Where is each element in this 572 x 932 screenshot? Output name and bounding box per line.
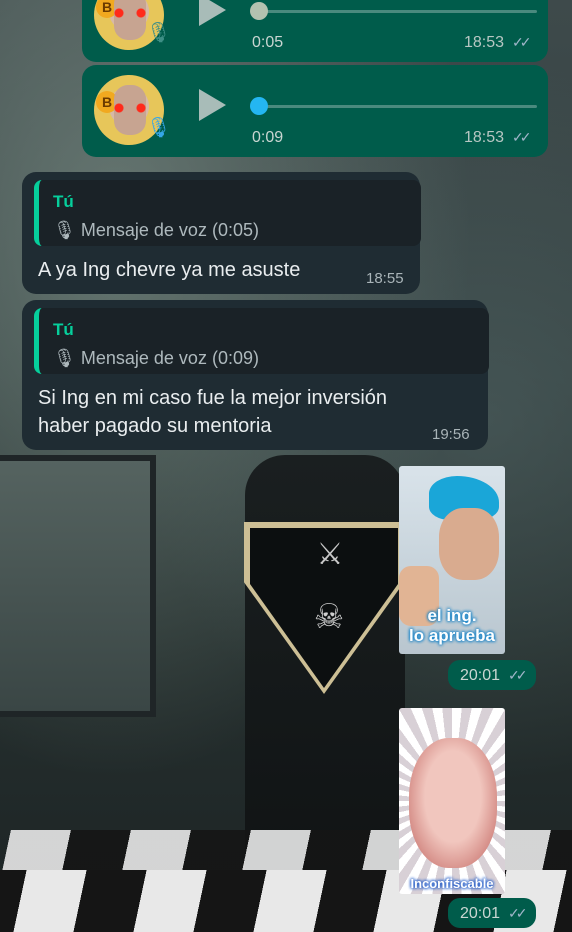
quote-author: Tú <box>53 320 74 339</box>
sticker-image[interactable]: Inconfiscable <box>399 708 505 894</box>
audio-progress-track[interactable] <box>260 105 537 108</box>
microphone-icon: 🎙 <box>53 348 76 368</box>
message-text: A ya Ing chevre ya me asuste <box>38 259 301 281</box>
sticker-time-text: 20:01 <box>460 667 501 684</box>
play-icon[interactable] <box>199 89 226 121</box>
sticker-time: 20:01 ✓✓ <box>448 660 536 690</box>
double-check-icon: ✓✓ <box>508 667 528 683</box>
sticker-caption: el ing. lo aprueba <box>399 606 505 646</box>
message-text-line: Si Ing en mi caso fue la mejor inversión <box>38 387 388 409</box>
incoming-message[interactable]: Tú 🎙 Mensaje de voz (0:05) A ya Ing chev… <box>22 172 421 294</box>
quote-preview-text: Mensaje de voz (0:09) <box>80 348 259 368</box>
message-time: 18:53 ✓✓ <box>464 129 532 147</box>
audio-progress-track[interactable] <box>260 10 537 13</box>
message-text: Si Ing en mi caso fue la mejor inversión… <box>38 384 387 440</box>
sticker-caption-line: lo aprueba <box>409 626 495 645</box>
message-text-line: haber pagado su mentoria <box>38 415 272 437</box>
quote-preview-text: Mensaje de voz (0:05) <box>80 220 259 240</box>
skull-icon: ☠ <box>313 598 345 636</box>
quote-preview: 🎙 Mensaje de voz (0:05) <box>53 220 259 241</box>
quote-preview: 🎙 Mensaje de voz (0:09) <box>53 348 259 369</box>
voice-message[interactable]: B 🎙 0:05 18:53 ✓✓ <box>82 0 548 62</box>
microphone-icon: 🎙 <box>146 117 172 139</box>
audio-progress-thumb[interactable] <box>250 97 268 115</box>
sticker-caption-line: el ing. <box>427 606 477 625</box>
sticker-caption: Inconfiscable <box>410 876 494 891</box>
sticker-time: 20:01 ✓✓ <box>448 898 536 928</box>
voice-duration: 0:09 <box>252 129 284 146</box>
message-time-text: 18:53 <box>464 34 505 51</box>
message-time: 18:55 <box>366 270 404 287</box>
microphone-icon: 🎙 <box>146 22 172 44</box>
microphone-icon: 🎙 <box>53 220 76 240</box>
wallpaper-painting-frame <box>0 455 156 717</box>
double-check-icon: ✓✓ <box>512 129 532 145</box>
quoted-message[interactable]: Tú 🎙 Mensaje de voz (0:09) <box>34 308 489 374</box>
quote-author: Tú <box>53 192 74 211</box>
audio-progress-thumb[interactable] <box>250 2 268 20</box>
crossed-swords-icon: ⚔ <box>316 538 344 571</box>
sticker-image[interactable]: el ing. lo aprueba <box>399 466 505 654</box>
double-check-icon: ✓✓ <box>508 905 528 921</box>
sticker-time-text: 20:01 <box>460 905 501 922</box>
message-time-text: 18:53 <box>464 129 505 146</box>
incoming-message[interactable]: Tú 🎙 Mensaje de voz (0:09) Si Ing en mi … <box>22 300 489 450</box>
play-icon[interactable] <box>199 0 226 26</box>
quoted-message[interactable]: Tú 🎙 Mensaje de voz (0:05) <box>34 180 421 246</box>
message-time: 18:53 ✓✓ <box>464 34 532 52</box>
voice-duration: 0:05 <box>252 34 284 51</box>
message-time: 19:56 <box>432 426 470 443</box>
voice-message[interactable]: B 🎙 0:09 18:53 ✓✓ <box>82 65 548 157</box>
double-check-icon: ✓✓ <box>512 34 532 50</box>
